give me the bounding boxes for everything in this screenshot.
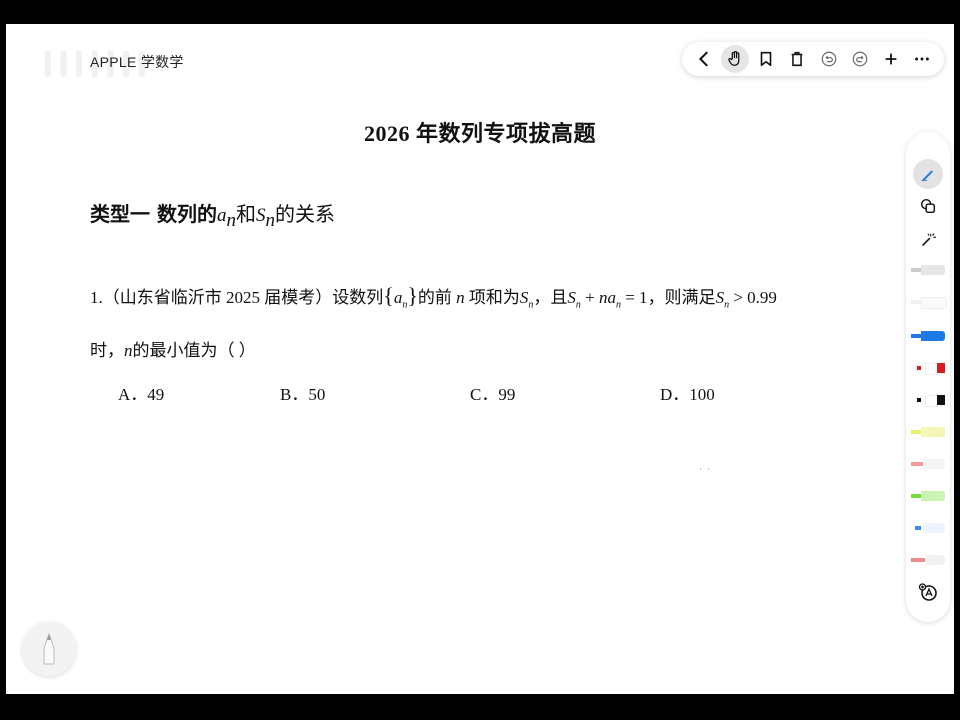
palette-plus-icon (918, 583, 937, 601)
pencil-icon (921, 170, 933, 182)
q-na: na (598, 288, 616, 307)
option-value: 50 (308, 385, 326, 404)
section-and: 和 (235, 204, 256, 226)
question-source: （山东省临沂市 2025 届模考） (102, 288, 333, 307)
pink-eraser-button[interactable] (906, 548, 950, 572)
section-suffix: 的关系 (274, 204, 335, 226)
color-picker-button[interactable] (906, 580, 950, 604)
pen-tool-button[interactable] (906, 159, 950, 189)
page-title: 2026 年数列专项拔高题 (363, 121, 596, 146)
q-gt: > 0.99 (729, 288, 777, 307)
q-text-2: 的前 (417, 288, 452, 307)
delete-button[interactable] (783, 45, 811, 73)
q-plus: + (580, 288, 599, 307)
option-c[interactable]: C．99 (470, 380, 515, 405)
undo-icon (821, 51, 836, 67)
hand-icon (728, 50, 740, 66)
q-n2: n (124, 341, 133, 360)
brace-open: { (383, 283, 394, 308)
undo-button[interactable] (815, 45, 843, 73)
q-S3: S (715, 288, 725, 307)
back-icon (698, 51, 708, 67)
brace-close: } (407, 283, 418, 308)
pen-lightblue-button[interactable] (906, 516, 950, 540)
pencil-palette-widget[interactable] (22, 622, 76, 676)
pink-eraser-icon (911, 555, 945, 565)
option-b[interactable]: B．50 (280, 380, 325, 405)
bookmark-icon (760, 51, 772, 67)
q-text-6: 时， (90, 341, 124, 360)
q-n: n (456, 288, 465, 307)
option-value: 99 (498, 385, 516, 404)
redo-icon (852, 51, 868, 67)
option-d[interactable]: D．100 (660, 380, 715, 405)
question-text: 1.（山东省临沂市 2025 届模考）设数列{an}的前 n 项和为Sn，且Sn… (90, 284, 870, 317)
pen-white-button[interactable] (906, 290, 950, 314)
add-icon (885, 53, 897, 65)
option-label: D． (660, 385, 690, 404)
document-canvas[interactable]: lllllll APPLE 学数学 2026 年数列专项拔高题 类型一 数列的a… (6, 24, 954, 694)
redo-button[interactable] (846, 45, 874, 73)
bookmark-button[interactable] (752, 45, 780, 73)
shapes-icon (920, 198, 936, 214)
gray-pencil-icon (911, 265, 945, 275)
green-highlighter-icon (911, 491, 945, 501)
trash-icon (791, 51, 803, 67)
option-label: C． (470, 385, 499, 404)
blue-marker-icon (911, 331, 945, 341)
question-text-line2: 时，n的最小值为（ ） (90, 336, 256, 361)
q-text-5: ，则满足 (647, 288, 716, 307)
stray-ink-marks: ˙ ˙ (698, 468, 712, 479)
eraser-button[interactable] (906, 452, 950, 476)
option-label: B． (280, 385, 309, 404)
option-value: 100 (689, 385, 715, 404)
section-sub-n2: n (265, 210, 275, 231)
more-button[interactable] (908, 45, 936, 73)
top-toolbar (682, 42, 944, 76)
more-icon (915, 57, 930, 61)
white-pen-icon (911, 297, 947, 309)
option-a[interactable]: A．49 (118, 380, 164, 405)
back-button[interactable] (690, 45, 718, 73)
q-text-4: ，且 (533, 288, 568, 307)
laser-tool-button[interactable] (906, 228, 950, 252)
eraser-icon (911, 459, 945, 469)
option-label: A． (118, 385, 148, 404)
black-pen-icon (911, 395, 945, 407)
q-text-3: 项和为 (468, 288, 520, 307)
q-text-7: 的最小值为（ ） (132, 341, 256, 360)
section-sub-n: n (226, 210, 236, 231)
red-pen-icon (911, 363, 945, 375)
pen-red-button[interactable] (906, 356, 950, 380)
pencil-gray-button[interactable] (906, 258, 950, 282)
lightblue-pen-icon (911, 523, 945, 533)
highlighter-yellow-button[interactable] (906, 420, 950, 444)
shapes-tool-button[interactable] (906, 194, 950, 218)
drawing-tools-panel (906, 132, 950, 622)
add-button[interactable] (877, 45, 905, 73)
hand-tool-button[interactable] (720, 45, 749, 73)
highlighter-green-button[interactable] (906, 484, 950, 508)
laser-pointer-icon (922, 233, 937, 246)
section-heading: 类型一 数列的an和Sn的关系 (90, 198, 335, 232)
q-S2: S (567, 288, 576, 307)
q-eq: = 1 (620, 288, 648, 307)
q-text-1: 设数列 (332, 288, 384, 307)
yellow-highlighter-icon (911, 427, 945, 437)
section-prefix: 类型一 数列的 (90, 202, 217, 226)
pencil-tip-icon (43, 632, 55, 665)
pen-black-button[interactable] (906, 388, 950, 412)
option-value: 49 (147, 385, 165, 404)
brand-label: APPLE 学数学 (90, 54, 184, 70)
question-number: 1. (90, 288, 103, 307)
pen-blue-button[interactable] (906, 324, 950, 348)
